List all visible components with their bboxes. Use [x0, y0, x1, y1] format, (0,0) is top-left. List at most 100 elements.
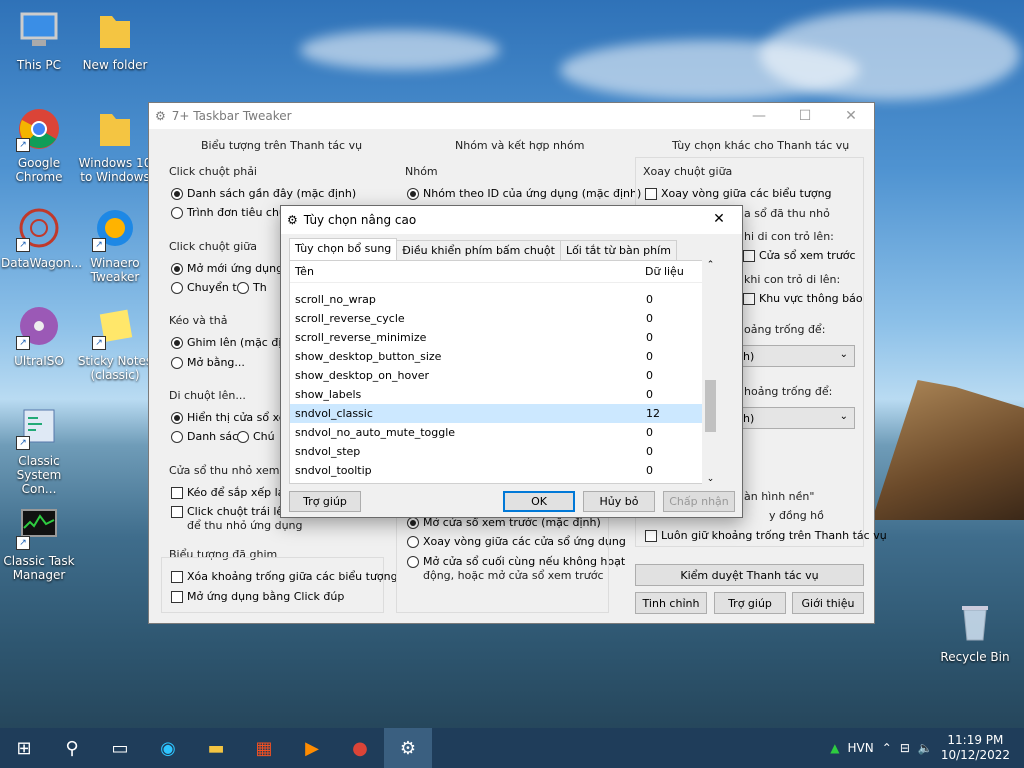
desktop-icon-new-folder[interactable]: New folder — [77, 8, 153, 72]
radio-show-preview[interactable]: Hiển thị cửa sổ xem — [171, 411, 296, 424]
network-graph-icon[interactable]: ▲ — [830, 741, 839, 755]
start-button[interactable]: ⊞ — [0, 728, 48, 768]
apply-button[interactable]: Chấp nhận — [663, 491, 735, 512]
about-button[interactable]: Giới thiệu — [792, 592, 864, 614]
network-icon[interactable]: ⊟ — [900, 741, 910, 755]
window-title: 7+ Taskbar Tweaker — [171, 109, 292, 123]
radio-list[interactable]: Danh sách — [171, 430, 245, 443]
ok-button[interactable]: OK — [503, 491, 575, 512]
dialog-help-button[interactable]: Trợ giúp — [289, 491, 361, 512]
radio-open-new[interactable]: Mở mới ứng dụng (n — [171, 262, 298, 275]
network-label[interactable]: HVN — [848, 741, 874, 755]
desktop-icon-winaero[interactable]: ↗ Winaero Tweaker — [77, 206, 153, 284]
cancel-button[interactable]: Hủy bỏ — [583, 491, 655, 512]
desktop-icon-sticky-notes[interactable]: ↗ Sticky Notes (classic) — [77, 304, 153, 382]
desktop-icon-label: Winaero Tweaker — [90, 256, 140, 284]
col-header-name[interactable]: Tên — [290, 261, 640, 282]
list-item[interactable]: scroll_no_wrap 0 — [290, 290, 718, 309]
list-item[interactable]: show_desktop_on_hover 0 — [290, 366, 718, 385]
task-manager-icon: ↗ — [16, 504, 62, 550]
list-item[interactable]: sndvol_step 0 — [290, 442, 718, 461]
check-drag-reorder[interactable]: Kéo để sắp xếp lại — [171, 486, 287, 499]
taskbar-tweaker-icon[interactable]: ⚙ — [384, 728, 432, 768]
media-player-icon[interactable]: ▶ — [288, 728, 336, 768]
search-icon[interactable]: ⚲ — [48, 728, 96, 768]
desktop-icon-label: Recycle Bin — [940, 650, 1010, 664]
desktop-icon-label: DataWagon... — [1, 256, 83, 270]
radio-group-by-id[interactable]: Nhóm theo ID của ứng dụng (mặc định) — [407, 187, 641, 200]
radio-open-with[interactable]: Mở bằng... — [171, 356, 245, 369]
desktop-icon-system-config[interactable]: ↗ Classic System Con... — [1, 404, 77, 496]
radio-tooltip[interactable]: Chú — [237, 430, 275, 443]
list-item[interactable]: sndvol_no_auto_mute_toggle 0 — [290, 423, 718, 442]
desktop-icon-chrome[interactable]: ↗ Google Chrome — [1, 106, 77, 184]
tab-extra-options[interactable]: Tùy chọn bổ sung — [289, 238, 398, 260]
list-item[interactable]: scroll_reverse_minimize 0 — [290, 328, 718, 347]
radio-recent-list[interactable]: Danh sách gần đây (mặc định) — [171, 187, 356, 200]
radio-standard-menu[interactable]: Trình đơn tiêu chuẩ — [171, 206, 293, 219]
maximize-button[interactable]: ☐ — [782, 103, 828, 129]
dialog-close-button[interactable]: ✕ — [696, 206, 742, 232]
desktop-icon-recycle-bin[interactable]: Recycle Bin — [937, 600, 1013, 664]
desktop-icon-label: Google Chrome — [15, 156, 63, 184]
list-item[interactable]: scroll_reverse_cycle 0 — [290, 309, 718, 328]
desktop-icon-label: New folder — [82, 58, 148, 72]
desktop-icon-windows10[interactable]: Windows 10 to Windows — [77, 106, 153, 184]
scroll-thumb[interactable] — [705, 380, 716, 432]
folder-icon — [92, 8, 138, 54]
chrome-icon: ↗ — [16, 106, 62, 152]
list-item[interactable]: sndvol_tooltip 0 — [290, 461, 718, 480]
close-button[interactable]: ✕ — [828, 103, 874, 129]
col-header-value[interactable]: Dữ liệu — [640, 261, 689, 282]
radio-switch-to[interactable]: Chuyển tới — [171, 281, 246, 294]
thumbnail-label: Cửa sổ thu nhỏ xem tr — [169, 464, 292, 477]
clock[interactable]: 11:19 PM 10/12/2022 — [941, 733, 1010, 763]
list-scrollbar[interactable]: ⌃ ⌄ — [702, 260, 719, 484]
tweak-button[interactable]: Tinh chỉnh — [635, 592, 707, 614]
edge-icon[interactable]: ◉ — [144, 728, 192, 768]
folder-icon — [92, 106, 138, 152]
desktop-icon-ultraiso[interactable]: ↗ UltraISO — [1, 304, 77, 368]
desktop-icon-label: Windows 10 to Windows — [78, 156, 152, 184]
list-item[interactable]: show_labels 0 — [290, 385, 718, 404]
taskbar: ⊞ ⚲ ▭ ◉ ▬ ▦ ▶ ● ⚙ ▲ HVN ⌃ ⊟ 🔈 11:19 PM 10… — [0, 728, 1024, 768]
winaero-icon: ↗ — [92, 206, 138, 252]
col2-title: Nhóm và kết hợp nhóm — [455, 139, 585, 152]
sticky-notes-icon: ↗ — [92, 304, 138, 350]
desktop-icon-label: Sticky Notes (classic) — [77, 354, 153, 382]
tab-keyboard-shortcuts[interactable]: Lối tắt từ bàn phím — [559, 240, 677, 260]
volume-icon[interactable]: 🔈 — [918, 741, 933, 755]
chevron-up-icon[interactable]: ⌃ — [882, 741, 892, 755]
dialog-title-bar[interactable]: ⚙ Tùy chọn nâng cao — [281, 206, 742, 234]
file-explorer-icon[interactable]: ▬ — [192, 728, 240, 768]
computer-icon — [16, 8, 62, 54]
app-icon: ⚙ — [287, 213, 298, 227]
col1-groupbox — [161, 557, 384, 613]
right-click-label: Click chuột phải — [169, 165, 257, 178]
scroll-down-icon[interactable]: ⌄ — [702, 474, 719, 484]
store-icon[interactable]: ▦ — [240, 728, 288, 768]
tab-mouse-buttons[interactable]: Điều khiển phím bấm chuột — [396, 240, 561, 260]
app-icon: ⚙ — [155, 109, 166, 123]
group-label: Nhóm — [405, 165, 438, 178]
col2-groupbox — [396, 503, 609, 613]
desktop-icon-task-manager[interactable]: ↗ Classic Task Manager — [1, 504, 77, 582]
drag-label: Kéo và thả — [169, 314, 228, 327]
col1-title: Biểu tượng trên Thanh tác vụ — [201, 139, 363, 152]
radio-mc-other[interactable]: Th — [237, 281, 267, 294]
task-view-icon[interactable]: ▭ — [96, 728, 144, 768]
inspect-taskbar-button[interactable]: Kiểm duyệt Thanh tác vụ — [635, 564, 864, 586]
dialog-title: Tùy chọn nâng cao — [303, 213, 417, 227]
help-button[interactable]: Trợ giúp — [714, 592, 786, 614]
advanced-options-dialog[interactable]: ⚙ Tùy chọn nâng cao ✕ Tùy chọn bổ sung Đi… — [280, 205, 743, 518]
minimize-button[interactable]: — — [736, 103, 782, 129]
desktop-icon-label: UltraISO — [14, 354, 64, 368]
desktop-icon-this-pc[interactable]: This PC — [1, 8, 77, 72]
list-item[interactable]: show_desktop_button_size 0 — [290, 347, 718, 366]
middle-click-label: Click chuột giữa — [169, 240, 257, 253]
desktop-icon-datawagon[interactable]: ↗ DataWagon... — [1, 206, 82, 270]
list-item-selected[interactable]: sndvol_classic 12 — [290, 404, 718, 423]
scroll-up-icon[interactable]: ⌃ — [702, 260, 719, 270]
chrome-icon[interactable]: ● — [336, 728, 384, 768]
options-list[interactable]: Tên Dữ liệu scroll_no_wrap 0 scroll_revers… — [289, 260, 719, 484]
